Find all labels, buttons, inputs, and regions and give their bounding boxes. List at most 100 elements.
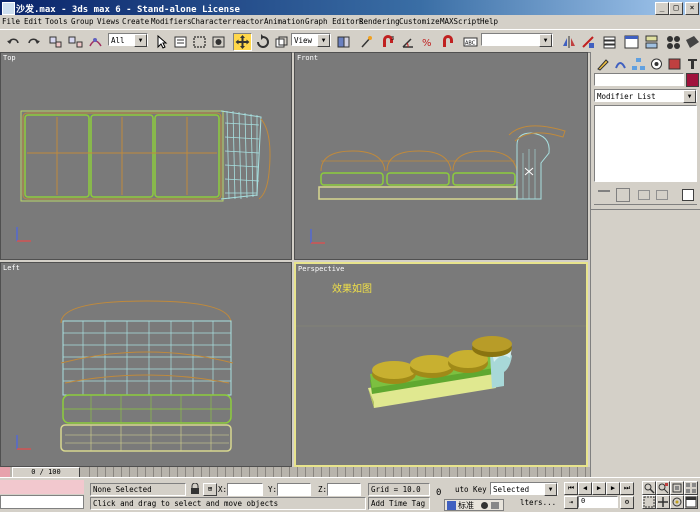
ime-keyboard-icon[interactable] xyxy=(491,502,499,509)
ime-halfwidth-icon[interactable] xyxy=(481,502,488,509)
play-icon[interactable]: ▶ xyxy=(592,482,606,495)
menu-file[interactable]: File xyxy=(2,17,20,26)
zoom-extents-all-icon[interactable] xyxy=(684,481,698,495)
named-selection-set-dropdown[interactable]: ▼ xyxy=(481,33,553,47)
y-coordinate-field[interactable] xyxy=(277,483,311,496)
current-frame-field[interactable]: 0 xyxy=(578,496,618,508)
x-coordinate-field[interactable] xyxy=(227,483,263,496)
bind-space-warp-icon[interactable] xyxy=(86,33,105,51)
window-crossing-icon[interactable] xyxy=(209,33,228,51)
viewport-perspective[interactable]: Perspective 效果如图 xyxy=(294,262,588,467)
maxscript-mini-listener[interactable] xyxy=(0,495,84,509)
undo-icon[interactable] xyxy=(4,33,23,51)
modifier-stack-list[interactable] xyxy=(594,105,697,182)
selection-set-dropdown[interactable]: Selected ▼ xyxy=(490,482,558,496)
motion-tab-icon[interactable] xyxy=(647,55,666,73)
menu-tools[interactable]: Tools xyxy=(45,17,68,26)
reference-coordinate-dropdown[interactable]: View ▼ xyxy=(291,33,331,47)
schematic-view-icon[interactable] xyxy=(642,33,661,51)
pin-stack-icon[interactable] xyxy=(598,190,610,200)
time-slider[interactable]: 0 / 100 xyxy=(0,467,590,478)
object-color-swatch[interactable] xyxy=(686,73,699,87)
ime-toolbar[interactable]: 标准 xyxy=(444,499,504,511)
minimize-button[interactable]: _ xyxy=(655,2,669,15)
menu-character[interactable]: Character xyxy=(191,17,232,26)
maxscript-listener[interactable] xyxy=(0,480,84,494)
menu-group[interactable]: Group xyxy=(71,17,94,26)
menu-customize[interactable]: Customize xyxy=(399,17,440,26)
zoom-all-icon[interactable] xyxy=(656,481,670,495)
absolute-mode-toggle-icon[interactable]: ⊞ xyxy=(203,483,217,496)
key-mode-toggle-icon[interactable]: ⇥ xyxy=(564,496,578,509)
select-link-icon[interactable] xyxy=(46,33,65,51)
previous-frame-icon[interactable]: ◀ xyxy=(578,482,592,495)
modify-tab-icon[interactable] xyxy=(611,55,630,73)
menu-edit[interactable]: Edit xyxy=(24,17,42,26)
create-tab-icon[interactable] xyxy=(593,55,612,73)
modifier-list-dropdown[interactable]: Modifier List ▼ xyxy=(594,89,697,103)
percent-snap-icon[interactable]: % xyxy=(419,33,438,51)
maximize-button[interactable]: □ xyxy=(669,2,683,15)
pan-icon[interactable] xyxy=(656,495,670,509)
spinner-snap-icon[interactable] xyxy=(439,33,458,51)
go-to-end-icon[interactable]: ⏭ xyxy=(620,482,634,495)
close-button[interactable]: × xyxy=(685,2,699,15)
make-unique-icon[interactable] xyxy=(638,190,650,200)
align-icon[interactable] xyxy=(579,33,598,51)
utilities-tab-icon[interactable] xyxy=(683,55,700,73)
track-bar-handle[interactable] xyxy=(0,467,10,477)
display-tab-icon[interactable] xyxy=(665,55,684,73)
menu-create[interactable]: Create xyxy=(122,17,149,26)
selection-filter-dropdown[interactable]: All ▼ xyxy=(108,33,148,47)
material-editor-icon[interactable] xyxy=(664,33,683,51)
unlink-icon[interactable] xyxy=(66,33,85,51)
angle-snap-icon[interactable] xyxy=(399,33,418,51)
menu-graph-editors[interactable]: Graph Editors xyxy=(305,17,364,26)
menu-reactor[interactable]: reactor xyxy=(232,17,264,26)
redo-icon[interactable] xyxy=(24,33,43,51)
menu-help[interactable]: Help xyxy=(480,17,498,26)
key-filters-button[interactable]: lters... xyxy=(520,498,556,507)
snap-3d-icon[interactable]: 3 xyxy=(379,33,398,51)
z-coordinate-field[interactable] xyxy=(327,483,361,496)
edit-named-selection-icon[interactable]: ABC xyxy=(461,33,480,51)
zoom-extents-icon[interactable] xyxy=(670,481,684,495)
viewport-top[interactable]: Top xyxy=(0,52,292,260)
rectangular-selection-icon[interactable] xyxy=(190,33,209,51)
render-scene-icon[interactable] xyxy=(683,33,700,51)
panel-divider xyxy=(591,209,700,210)
scale-icon[interactable] xyxy=(272,33,291,51)
next-frame-icon[interactable]: ▶ xyxy=(606,482,620,495)
remove-modifier-icon[interactable] xyxy=(656,190,668,200)
ime-mode-label[interactable]: 标准 xyxy=(458,500,474,511)
viewport-front[interactable]: Front xyxy=(294,52,588,260)
mirror-icon[interactable] xyxy=(560,33,579,51)
menu-modifiers[interactable]: Modifiers xyxy=(151,17,192,26)
zoom-icon[interactable] xyxy=(642,481,656,495)
object-name-field[interactable] xyxy=(594,73,684,86)
maximize-viewport-icon[interactable] xyxy=(684,495,698,509)
configure-modifier-sets-icon[interactable] xyxy=(682,189,694,201)
menu-maxscript[interactable]: MAXScript xyxy=(440,17,481,26)
curve-editor-icon[interactable] xyxy=(622,33,641,51)
add-time-tag-button[interactable]: Add Time Tag xyxy=(368,497,430,510)
pivot-center-icon[interactable] xyxy=(334,33,353,51)
select-object-icon[interactable] xyxy=(152,33,171,51)
menu-animation[interactable]: Animation xyxy=(264,17,305,26)
layer-manager-icon[interactable] xyxy=(600,33,619,51)
show-end-result-icon[interactable] xyxy=(616,188,630,202)
menu-views[interactable]: Views xyxy=(97,17,120,26)
menu-rendering[interactable]: Rendering xyxy=(359,17,400,26)
go-to-start-icon[interactable]: ⏮ xyxy=(564,482,578,495)
select-manipulate-icon[interactable] xyxy=(357,33,376,51)
viewport-left[interactable]: Left xyxy=(0,262,292,467)
select-by-name-icon[interactable] xyxy=(171,33,190,51)
region-zoom-icon[interactable] xyxy=(642,495,656,509)
arc-rotate-icon[interactable] xyxy=(670,495,684,509)
move-icon[interactable] xyxy=(233,33,252,51)
time-configuration-icon[interactable]: ⚙ xyxy=(620,496,634,509)
rotate-icon[interactable] xyxy=(253,33,272,51)
auto-key-button[interactable]: uto Key xyxy=(455,485,487,494)
hierarchy-tab-icon[interactable] xyxy=(629,55,648,73)
lock-selection-icon[interactable] xyxy=(190,482,200,494)
